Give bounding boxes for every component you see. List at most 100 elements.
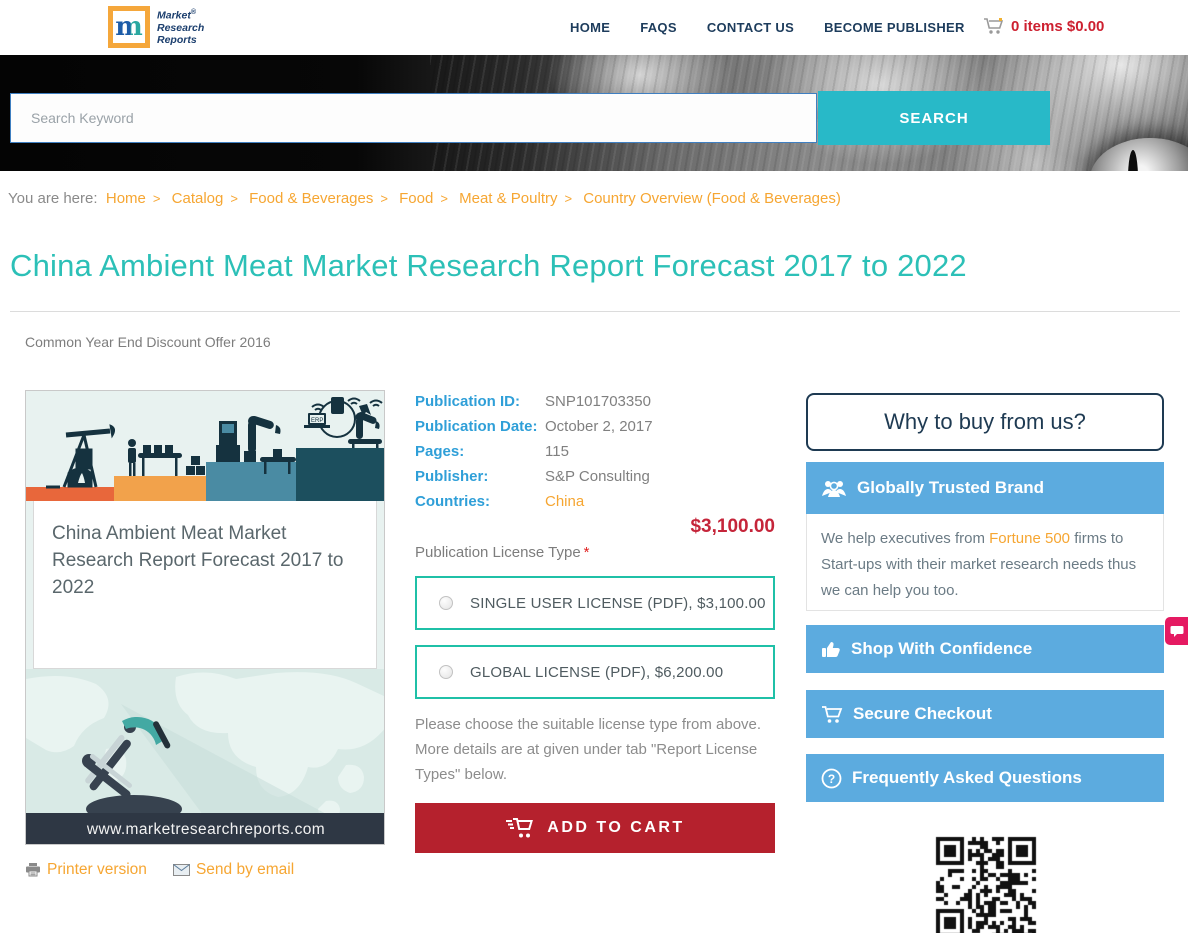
breadcrumb-separator: >	[230, 191, 238, 206]
email-icon	[172, 864, 190, 876]
secure-cart-icon	[822, 705, 843, 723]
detail-value: S&P Consulting	[545, 468, 650, 485]
detail-row-countries: Countries: China	[415, 493, 775, 510]
question-circle-icon: ?	[821, 768, 842, 788]
logo-line2: Research	[157, 21, 205, 34]
cart-count-text: 0 items $0.00	[1011, 17, 1105, 35]
chat-widget-tab[interactable]	[1165, 617, 1188, 645]
sidebar-shop-with-confidence[interactable]: Shop With Confidence	[806, 625, 1164, 673]
license-option-global[interactable]: GLOBAL LICENSE (PDF), $6,200.00	[415, 645, 775, 699]
cover-website-bar: www.marketresearchreports.com	[26, 813, 384, 844]
title-divider	[10, 311, 1180, 312]
required-asterisk: *	[583, 544, 590, 561]
cart-status[interactable]: 0 items $0.00	[983, 17, 1104, 35]
page-title: China Ambient Meat Market Research Repor…	[10, 248, 967, 283]
logo-line3: Reports	[157, 33, 197, 46]
breadcrumb-prefix: You are here:	[8, 190, 98, 207]
detail-value: SNP101703350	[545, 393, 651, 410]
brand-logo[interactable]: m Market® Research Reports	[108, 6, 204, 48]
sidebar-item-label: Shop With Confidence	[851, 639, 1033, 658]
registered-mark: ®	[190, 9, 197, 16]
logo-monogram: m	[115, 12, 143, 42]
trusted-brand-text: We help executives from Fortune 500 firm…	[806, 514, 1164, 611]
cover-industry-illustration: ERP	[26, 391, 384, 501]
nav-faqs[interactable]: FAQS	[640, 20, 677, 35]
why-to-buy-box: Why to buy from us?	[806, 393, 1164, 451]
radio-single-user[interactable]	[439, 596, 453, 610]
sidebar-item-label: Secure Checkout	[853, 704, 992, 723]
detail-value: 115	[545, 443, 569, 460]
sidebar-item-label: Globally Trusted Brand	[857, 478, 1045, 497]
price: $3,100.00	[690, 516, 775, 537]
breadcrumb-separator: >	[152, 191, 161, 206]
svg-text:ERP: ERP	[311, 418, 323, 424]
send-by-email-link[interactable]: Send by email	[172, 861, 295, 879]
fortune-500-link[interactable]: Fortune 500	[989, 530, 1070, 547]
breadcrumb-catalog[interactable]: Catalog	[172, 190, 224, 207]
sidebar-globally-trusted-brand[interactable]: Globally Trusted Brand	[806, 462, 1164, 514]
quick-links: Printer version Send by email	[25, 861, 294, 879]
add-to-cart-cart-icon	[506, 818, 534, 838]
radio-global[interactable]	[439, 665, 453, 679]
main-nav: HOME FAQS CONTACT US BECOME PUBLISHER	[570, 20, 965, 35]
nav-contact-us[interactable]: CONTACT US	[707, 20, 794, 35]
cart-icon	[984, 18, 1004, 34]
trusted-text-before: We help executives from	[821, 530, 990, 547]
top-header: m Market® Research Reports HOME FAQS CON…	[0, 0, 1188, 55]
send-by-email-label: Send by email	[195, 861, 295, 878]
search-input[interactable]	[10, 93, 817, 143]
report-cover-image: ERP China Ambient Meat Market Research R…	[25, 390, 385, 845]
detail-label: Publication ID:	[415, 393, 520, 410]
logo-mark-icon: m	[108, 6, 150, 48]
qr-code	[934, 835, 1038, 933]
printer-version-label: Printer version	[47, 861, 147, 878]
license-type-label: Publication License Type *	[415, 544, 590, 561]
detail-row-publisher: Publisher: S&P Consulting	[415, 468, 775, 485]
breadcrumb-food[interactable]: Food	[399, 190, 433, 207]
license-label-text: Publication License Type	[415, 544, 581, 561]
page: m Market® Research Reports HOME FAQS CON…	[0, 0, 1188, 933]
license-note: Please choose the suitable license type …	[415, 716, 762, 783]
detail-label: Pages:	[415, 443, 465, 460]
detail-label: Countries:	[415, 493, 490, 510]
nav-become-publisher[interactable]: BECOME PUBLISHER	[824, 20, 965, 35]
breadcrumb-separator: >	[380, 191, 388, 206]
chat-bubble-icon	[1170, 625, 1183, 637]
breadcrumb-home[interactable]: Home	[106, 190, 146, 207]
printer-version-link[interactable]: Printer version	[25, 861, 147, 879]
license-option-label: GLOBAL LICENSE (PDF), $6,200.00	[470, 663, 724, 681]
discount-offer-text: Common Year End Discount Offer 2016	[25, 334, 271, 350]
cover-title-panel: China Ambient Meat Market Research Repor…	[33, 501, 377, 669]
publication-details: Publication ID: SNP101703350 Publication…	[415, 393, 775, 518]
detail-row-pages: Pages: 115	[415, 443, 775, 460]
cover-lamp-illustration: www.marketresearchreports.com	[26, 669, 384, 844]
breadcrumb-meat-poultry[interactable]: Meat & Poultry	[459, 190, 557, 207]
license-option-label: SINGLE USER LICENSE (PDF), $3,100.00	[470, 594, 766, 612]
country-link[interactable]: China	[545, 493, 584, 510]
users-group-icon	[822, 481, 846, 497]
license-option-single-user[interactable]: SINGLE USER LICENSE (PDF), $3,100.00	[415, 576, 775, 630]
breadcrumb: You are here: Home > Catalog > Food & Beve…	[8, 190, 841, 207]
sidebar-item-label: Frequently Asked Questions	[852, 768, 1082, 787]
detail-row-publication-id: Publication ID: SNP101703350	[415, 393, 775, 410]
thumbs-up-icon	[822, 642, 840, 657]
add-to-cart-label: ADD TO CART	[547, 819, 685, 836]
detail-row-publication-date: Publication Date: October 2, 2017	[415, 418, 775, 435]
search-button[interactable]: SEARCH	[818, 91, 1050, 145]
breadcrumb-food-beverages[interactable]: Food & Beverages	[249, 190, 373, 207]
detail-value: October 2, 2017	[545, 418, 653, 435]
cover-title-text: China Ambient Meat Market Research Repor…	[52, 523, 344, 598]
add-to-cart-button[interactable]: ADD TO CART	[415, 803, 775, 853]
logo-line1: Market	[157, 9, 191, 22]
breadcrumb-country-overview[interactable]: Country Overview (Food & Beverages)	[583, 190, 841, 207]
nav-home[interactable]: HOME	[570, 20, 610, 35]
svg-text:?: ?	[828, 772, 835, 786]
sidebar-faq[interactable]: ? Frequently Asked Questions	[806, 754, 1164, 802]
detail-label: Publication Date:	[415, 418, 538, 435]
sidebar-secure-checkout[interactable]: Secure Checkout	[806, 690, 1164, 738]
breadcrumb-separator: >	[564, 191, 573, 206]
logo-wordmark: Market® Research Reports	[157, 9, 204, 46]
breadcrumb-separator: >	[440, 191, 448, 206]
detail-label: Publisher:	[415, 468, 489, 485]
why-to-buy-label: Why to buy from us?	[884, 409, 1086, 434]
